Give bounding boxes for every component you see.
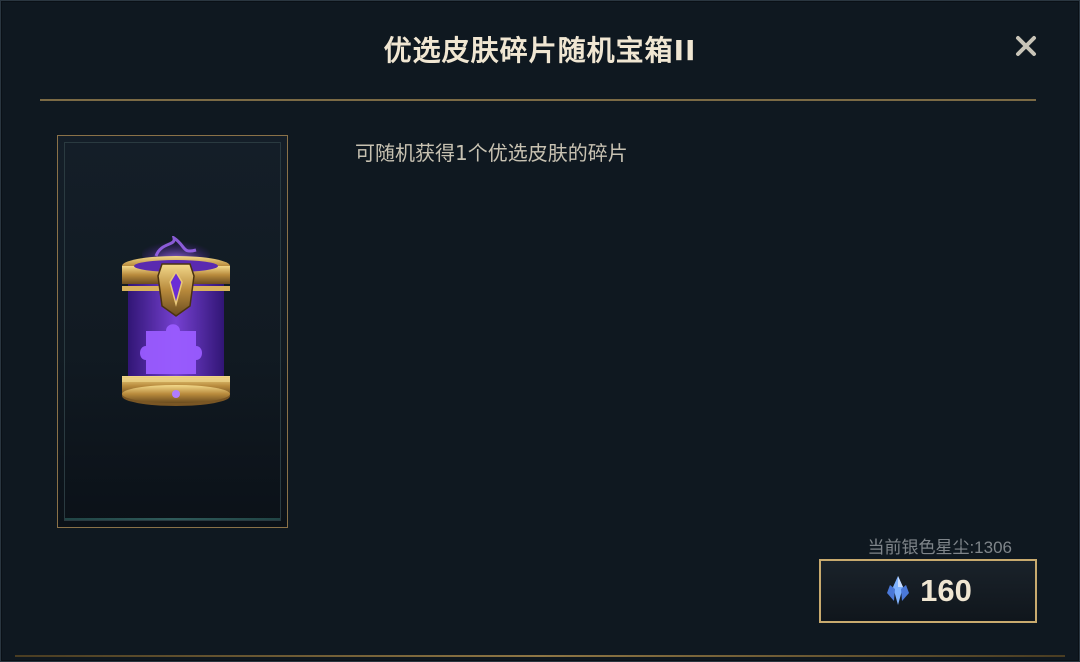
- silver-stardust-icon: [887, 576, 910, 605]
- title-divider: [40, 99, 1036, 101]
- currency-balance-label: 当前银色星尘:1306: [867, 538, 1012, 557]
- dialog-title: 优选皮肤碎片随机宝箱II: [383, 34, 697, 67]
- purchase-price: 160: [920, 573, 972, 608]
- item-description: 可随机获得1个优选皮肤的碎片: [355, 141, 628, 165]
- purchase-button[interactable]: 160: [819, 559, 1037, 623]
- dialog: 优选皮肤碎片随机宝箱II 可随机获得1个优选皮肤的碎片 当前银色星尘:1306 …: [0, 0, 1080, 662]
- currency-balance: 当前银色星尘:1306: [867, 533, 1012, 558]
- bottom-border: [15, 655, 1065, 657]
- close-button[interactable]: [1011, 31, 1041, 61]
- item-preview-frame: [57, 135, 288, 528]
- skin-shard-chest-icon: [122, 236, 230, 406]
- close-icon: [1016, 36, 1036, 56]
